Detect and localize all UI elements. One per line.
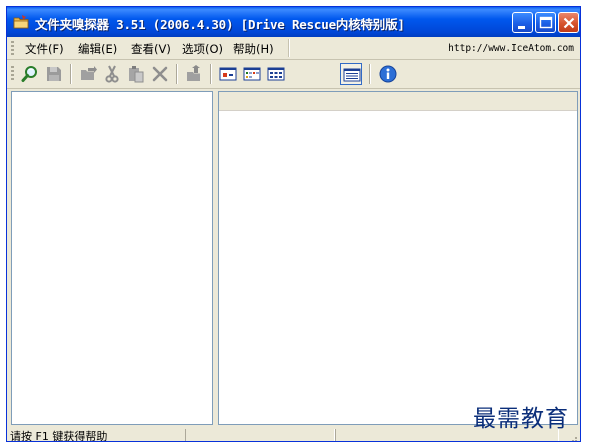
menu-separator	[288, 39, 290, 57]
file-list-pane[interactable]	[218, 91, 578, 425]
delete-button[interactable]	[149, 63, 171, 85]
menu-bar: 文件(F) 编辑(E) 查看(V) 选项(O) 帮助(H) http://www…	[7, 37, 580, 60]
view-list-button[interactable]	[265, 63, 287, 85]
website-link[interactable]: http://www.IceAtom.com	[448, 43, 574, 54]
toolbar-grip[interactable]	[11, 66, 14, 80]
view-small-icons-button[interactable]	[241, 63, 263, 85]
view-details-button[interactable]	[340, 63, 362, 85]
cut-button[interactable]	[101, 63, 123, 85]
toolbar	[7, 60, 580, 89]
minimize-button[interactable]	[512, 12, 533, 33]
folder-tree-pane[interactable]	[11, 91, 213, 425]
menu-grip[interactable]	[11, 41, 14, 55]
watermark: 最需教育	[473, 406, 569, 432]
app-window: 文件夹嗅探器 3.51 (2006.4.30) [Drive Rescue内核特…	[6, 6, 581, 442]
menu-help[interactable]: 帮助(H)	[233, 41, 274, 57]
app-icon[interactable]	[13, 14, 29, 30]
maximize-button[interactable]	[535, 12, 556, 33]
menu-file[interactable]: 文件(F)	[25, 41, 64, 57]
move-button[interactable]	[77, 63, 99, 85]
status-panel	[185, 429, 335, 441]
about-button[interactable]	[377, 63, 399, 85]
title-bar[interactable]: 文件夹嗅探器 3.51 (2006.4.30) [Drive Rescue内核特…	[7, 7, 580, 37]
toolbar-separator	[70, 64, 72, 84]
close-button[interactable]	[558, 12, 579, 33]
toolbar-separator	[369, 64, 371, 84]
file-list-header[interactable]	[219, 92, 577, 111]
menu-options[interactable]: 选项(O)	[182, 41, 223, 57]
paste-button[interactable]	[125, 63, 147, 85]
save-button[interactable]	[43, 63, 65, 85]
menu-view[interactable]: 查看(V)	[131, 41, 171, 57]
status-text: 请按 F1 键获得帮助	[10, 430, 108, 442]
export-button[interactable]	[183, 63, 205, 85]
view-large-icons-button[interactable]	[217, 63, 239, 85]
menu-edit[interactable]: 编辑(E)	[78, 41, 117, 57]
toolbar-separator	[210, 64, 212, 84]
scan-button[interactable]	[19, 63, 41, 85]
window-title: 文件夹嗅探器 3.51 (2006.4.30) [Drive Rescue内核特…	[35, 17, 405, 32]
toolbar-separator	[176, 64, 178, 84]
